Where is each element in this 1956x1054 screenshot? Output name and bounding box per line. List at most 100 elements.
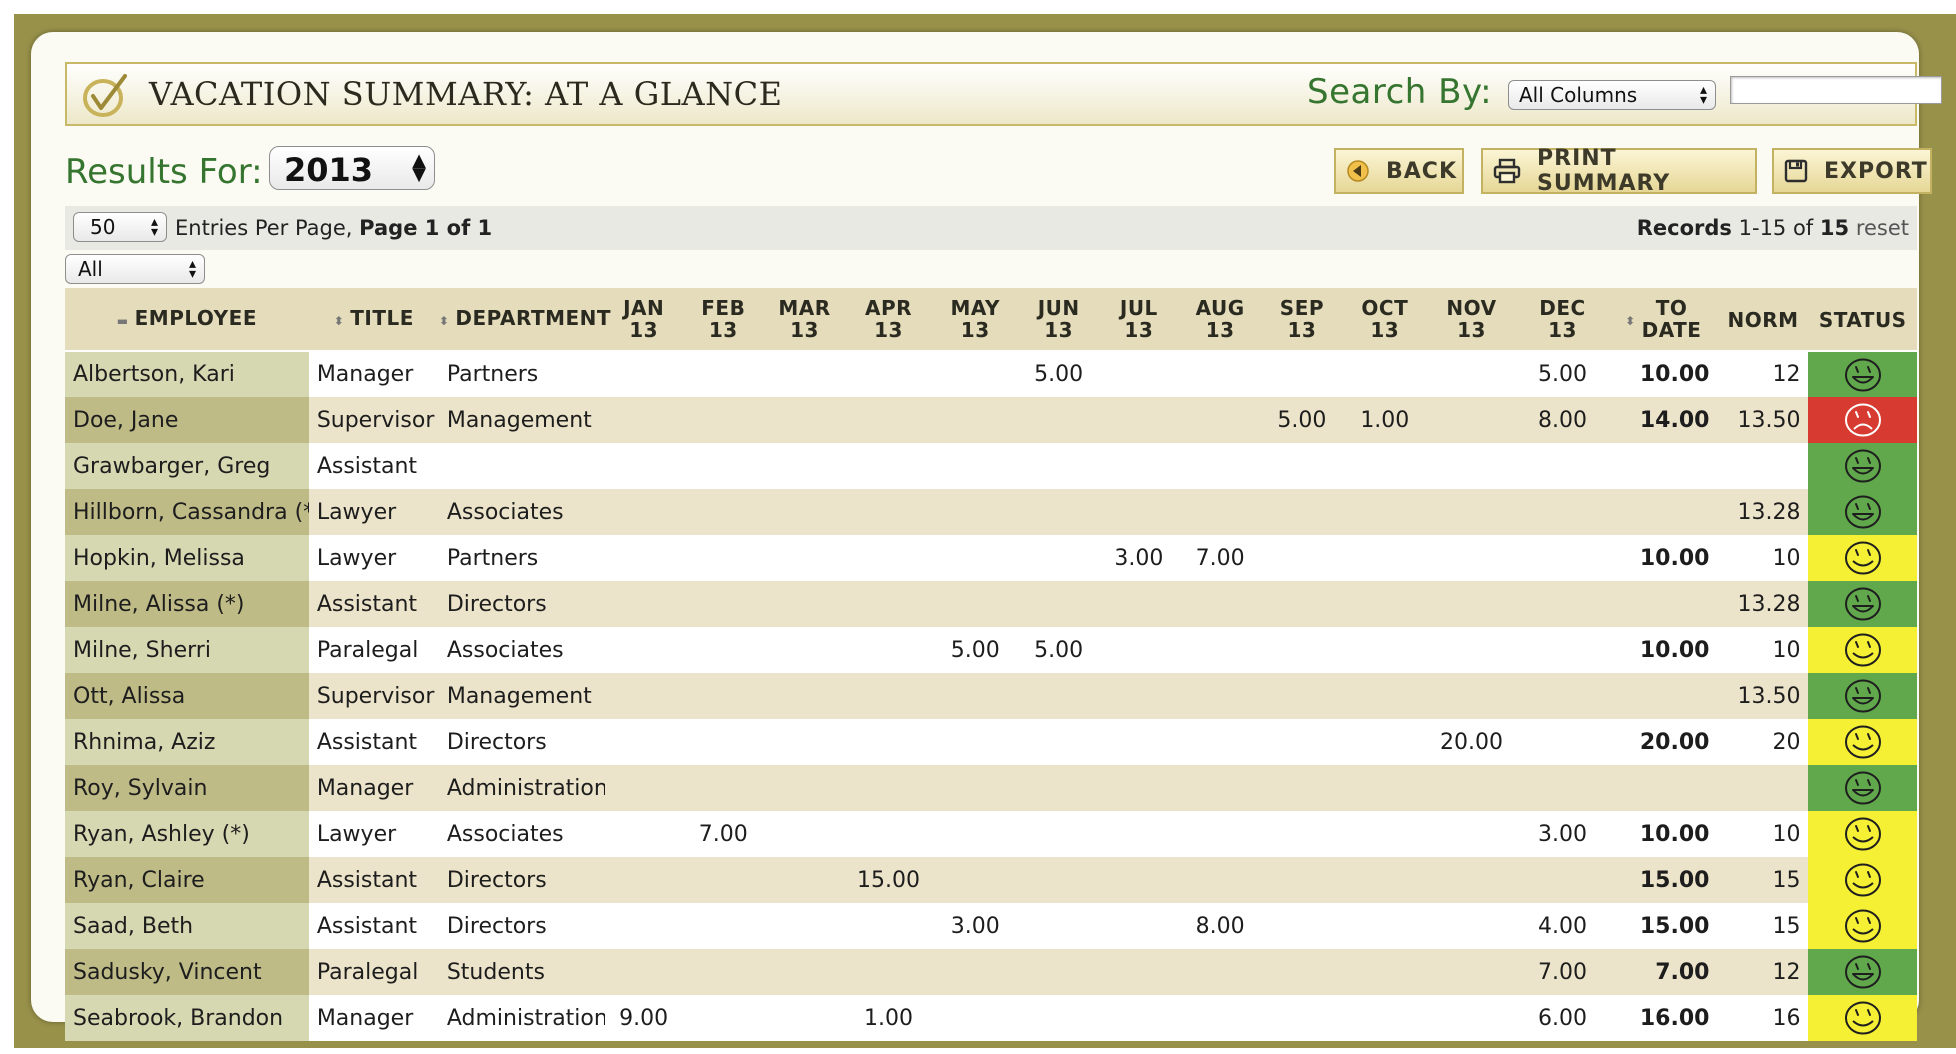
norm-cell: 12 <box>1717 949 1809 995</box>
column-header-month[interactable]: OCT 13 <box>1342 288 1428 352</box>
month-cell: 5.00 <box>1515 351 1610 397</box>
column-header-label: 13 <box>1205 318 1235 342</box>
month-cell <box>1018 443 1099 489</box>
month-cell <box>931 443 1019 489</box>
table-row[interactable]: Milne, Sherri Paralegal Associates 5.00 5.00… <box>65 627 1917 673</box>
export-button[interactable]: EXPORT <box>1772 148 1932 194</box>
month-cell <box>604 535 683 581</box>
status-cell <box>1808 397 1917 443</box>
month-cell <box>682 627 764 673</box>
month-cell: 7.00 <box>682 811 764 857</box>
page-number: Page 1 of 1 <box>359 216 493 240</box>
employee-cell: Grawbarger, Greg <box>65 443 309 489</box>
table-row[interactable]: Ott, Alissa Supervisor Management 13.50 <box>65 673 1917 719</box>
department-cell: Partners <box>438 351 605 397</box>
column-header-month[interactable]: FEB 13 <box>682 288 764 352</box>
table-row[interactable]: Doe, Jane Supervisor Management 5.00 1.00 8.0… <box>65 397 1917 443</box>
month-cell: 1.00 <box>845 995 932 1041</box>
month-cell <box>1261 535 1343 581</box>
norm-cell: 13.28 <box>1717 581 1809 627</box>
employee-cell: Milne, Sherri <box>65 627 309 673</box>
table-row[interactable]: Seabrook, Brandon Manager Administration 9.… <box>65 995 1917 1041</box>
status-cell <box>1808 995 1917 1041</box>
column-header-label: FEB <box>701 296 746 320</box>
select-arrows-icon: ▴ ▾ <box>150 214 158 240</box>
reset-link[interactable]: reset <box>1856 216 1909 240</box>
department-cell: Associates <box>438 489 605 535</box>
month-cell <box>1261 581 1343 627</box>
table-row[interactable]: Ryan, Claire Assistant Directors 15.00 15.00… <box>65 857 1917 903</box>
column-header-month[interactable]: JUN 13 <box>1018 288 1099 352</box>
month-cell <box>845 581 932 627</box>
table-row[interactable]: Ryan, Ashley (*) Lawyer Associates 7.00 3.00… <box>65 811 1917 857</box>
table-row[interactable]: Saad, Beth Assistant Directors 3.00 8.00 4.00… <box>65 903 1917 949</box>
month-cell <box>763 949 846 995</box>
table-row[interactable]: Albertson, Kari Manager Partners 5.00 5.00 10… <box>65 351 1917 397</box>
month-cell: 3.00 <box>931 903 1019 949</box>
column-header-month[interactable]: NOV 13 <box>1427 288 1516 352</box>
table-header-row: ▬ EMPLOYEE ⬍ TITLE ⬍ DEPARTMENT JAN 13 FEB 13 M… <box>65 288 1917 352</box>
filter-select[interactable]: All ▴ ▾ <box>65 254 205 284</box>
month-cell <box>1427 581 1516 627</box>
table-row[interactable]: Milne, Alissa (*) Assistant Directors 13.28 <box>65 581 1917 627</box>
month-cell <box>1515 857 1610 903</box>
column-header-label: OCT <box>1361 296 1409 320</box>
entries-per-page-select[interactable]: 50 ▴ ▾ <box>73 212 167 242</box>
column-header-month[interactable]: SEP 13 <box>1261 288 1343 352</box>
table-row[interactable]: Rhnima, Aziz Assistant Directors 20.00 20.00… <box>65 719 1917 765</box>
frown-face-icon <box>1844 403 1881 437</box>
month-cell <box>682 857 764 903</box>
table-body: Albertson, Kari Manager Partners 5.00 5.00 10… <box>65 351 1917 1041</box>
column-header-month[interactable]: MAR 13 <box>763 288 846 352</box>
column-header-month[interactable]: APR 13 <box>845 288 932 352</box>
column-header-department[interactable]: ⬍ DEPARTMENT <box>438 288 611 352</box>
year-select[interactable]: 2013 ▲ ▼ <box>269 146 435 190</box>
column-header-employee[interactable]: ▬ EMPLOYEE <box>65 288 309 352</box>
column-header-label: 13 <box>1457 318 1486 342</box>
department-cell: Management <box>438 397 605 443</box>
month-cell <box>1098 857 1179 903</box>
status-cell <box>1808 903 1917 949</box>
month-cell: 3.00 <box>1098 535 1179 581</box>
month-cell <box>1018 995 1099 1041</box>
table-row[interactable]: Grawbarger, Greg Assistant <box>65 443 1917 489</box>
month-cell <box>763 627 846 673</box>
column-header-label: APR <box>865 296 913 320</box>
column-header-to-date[interactable]: ⬍ TO DATE <box>1609 288 1718 352</box>
table-row[interactable]: Sadusky, Vincent Paralegal Students 7.00 7.0… <box>65 949 1917 995</box>
month-cell: 15.00 <box>845 857 932 903</box>
column-header-norm[interactable]: NORM <box>1717 288 1809 352</box>
to-date-cell: 16.00 <box>1609 995 1718 1041</box>
month-cell <box>845 903 932 949</box>
employee-cell: Doe, Jane <box>65 397 309 443</box>
month-cell <box>1342 949 1428 995</box>
column-header-title[interactable]: ⬍ TITLE <box>308 288 439 352</box>
column-header-month[interactable]: AUG 13 <box>1178 288 1262 352</box>
month-cell <box>1178 857 1262 903</box>
table-row[interactable]: Roy, Sylvain Manager Administration <box>65 765 1917 811</box>
column-header-month[interactable]: DEC 13 <box>1515 288 1610 352</box>
norm-cell: 12 <box>1717 351 1809 397</box>
month-cell <box>604 351 683 397</box>
month-cell <box>1261 351 1343 397</box>
print-summary-button[interactable]: PRINT SUMMARY <box>1481 146 1757 196</box>
column-header-month[interactable]: MAY 13 <box>931 288 1019 352</box>
month-cell <box>1261 857 1343 903</box>
month-cell <box>1261 719 1343 765</box>
column-header-label: EMPLOYEE <box>134 305 257 330</box>
month-cell <box>1427 535 1516 581</box>
column-header-month[interactable]: JUL 13 <box>1098 288 1179 352</box>
back-arrow-icon <box>1346 159 1370 183</box>
norm-cell: 13.50 <box>1717 673 1809 719</box>
panel-content: VACATION SUMMARY: AT A GLANCE Search By:… <box>65 62 1942 1041</box>
table-row[interactable]: Hillborn, Cassandra (*) Lawyer Associates 1… <box>65 489 1917 535</box>
column-header-status[interactable]: STATUS <box>1808 288 1917 352</box>
column-header-month[interactable]: JAN 13 <box>604 288 683 352</box>
search-column-select[interactable]: All Columns ▴ ▾ <box>1508 80 1716 110</box>
month-cell <box>1098 443 1179 489</box>
search-input[interactable] <box>1730 76 1942 104</box>
month-cell <box>931 673 1019 719</box>
back-button[interactable]: BACK <box>1334 148 1464 194</box>
column-header-label: 13 <box>1548 318 1577 342</box>
table-row[interactable]: Hopkin, Melissa Lawyer Partners 3.00 7.00 10.… <box>65 535 1917 581</box>
